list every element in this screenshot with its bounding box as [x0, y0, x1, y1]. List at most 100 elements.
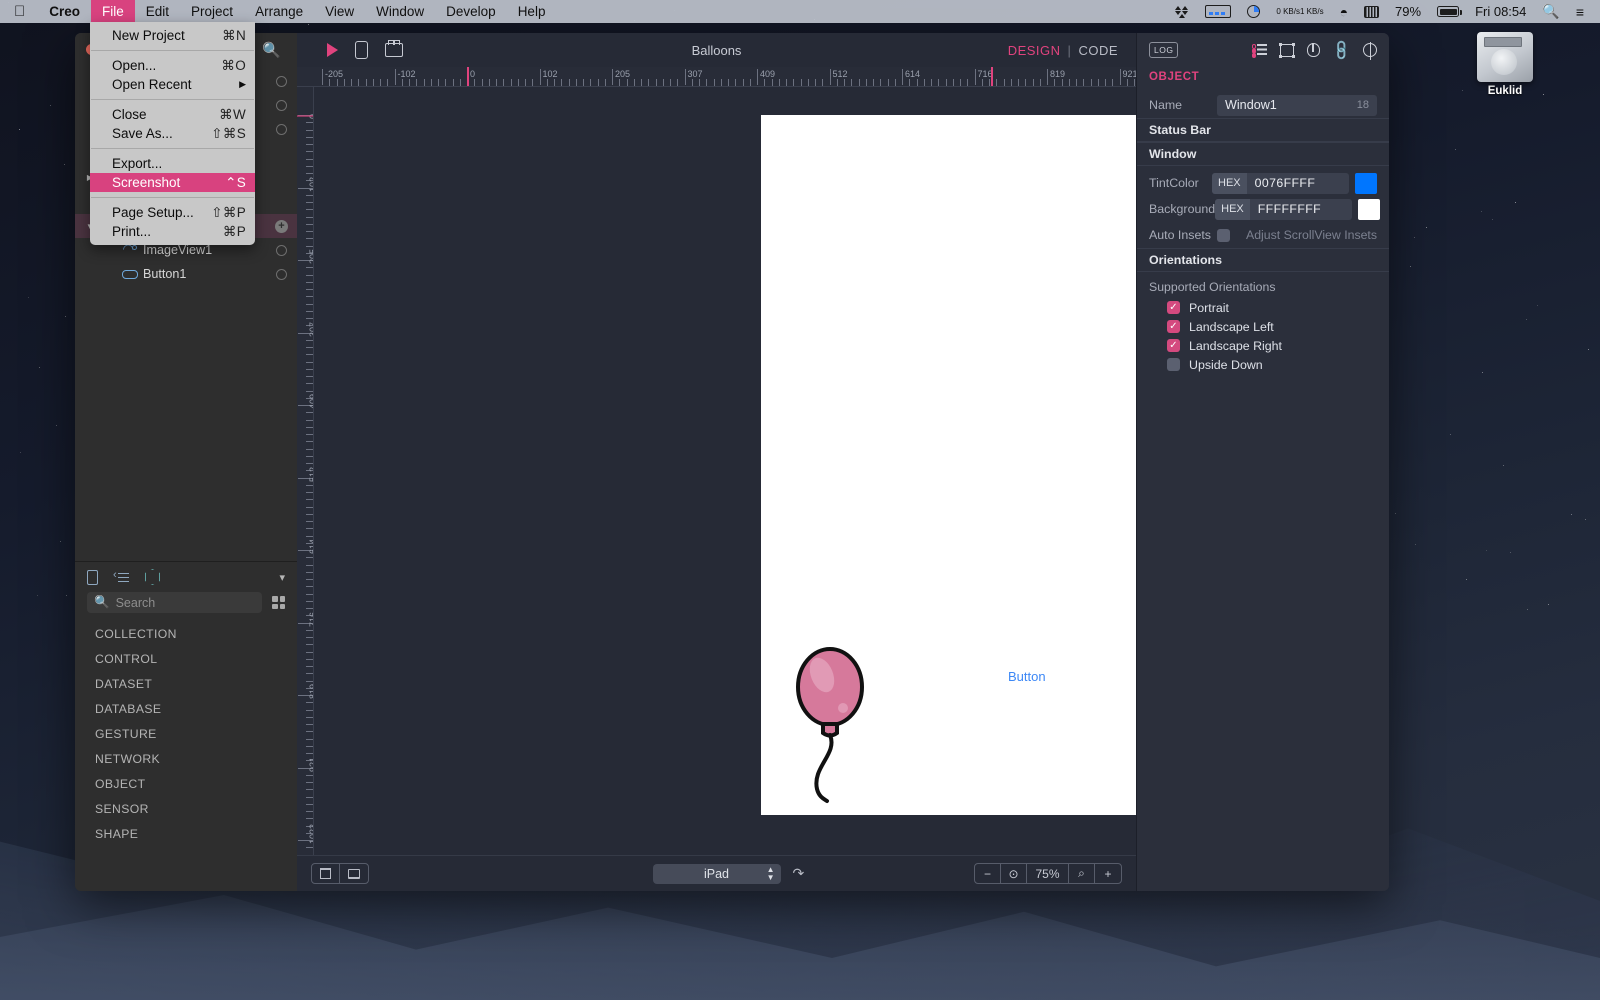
- section-orientations[interactable]: Orientations: [1137, 248, 1389, 272]
- landscape-left-checkbox[interactable]: [1167, 320, 1180, 333]
- menu-item-open[interactable]: Open... ⌘O: [90, 56, 255, 75]
- list-tab-icon[interactable]: [114, 572, 129, 583]
- background-swatch[interactable]: [1358, 199, 1380, 220]
- battery-percent[interactable]: 79%: [1387, 4, 1429, 19]
- battery-icon[interactable]: [1429, 6, 1467, 17]
- tintcolor-hex-field[interactable]: HEX 0076FFFF: [1212, 173, 1349, 194]
- menu-item-open-recent[interactable]: Open Recent ▶: [90, 75, 255, 94]
- visibility-toggle[interactable]: [276, 76, 287, 87]
- frame-icon[interactable]: [1280, 44, 1294, 57]
- search-icon[interactable]: 🔍: [262, 41, 281, 59]
- rotate-device-icon[interactable]: ↷: [793, 865, 805, 882]
- attributes-icon[interactable]: [1252, 44, 1267, 56]
- canvas-imageview1-balloon[interactable]: [794, 639, 869, 804]
- canvas-button1[interactable]: Button: [1008, 669, 1046, 684]
- library-item-object[interactable]: OBJECT: [95, 777, 297, 802]
- zoom-controls[interactable]: − ⊙ 75% ⌕ +: [974, 863, 1122, 884]
- connections-icon[interactable]: 🔗: [1329, 38, 1353, 62]
- orientation-upside-down[interactable]: Upside Down: [1137, 355, 1389, 374]
- auto-insets-checkbox[interactable]: [1217, 229, 1230, 242]
- menu-item-page-setup[interactable]: Page Setup... ⇧⌘P: [90, 203, 255, 222]
- orientation-landscape-left[interactable]: Landscape Left: [1137, 317, 1389, 336]
- desktop-drive-euklid[interactable]: Euklid: [1472, 32, 1538, 97]
- tintcolor-swatch[interactable]: [1355, 173, 1377, 194]
- zoom-actual-button[interactable]: ⌕: [1069, 864, 1095, 883]
- section-status-bar[interactable]: Status Bar: [1137, 118, 1389, 142]
- network-speed-indicator[interactable]: 0 KB/s 1 KB/s: [1268, 7, 1331, 16]
- zoom-level-value[interactable]: 75%: [1027, 864, 1069, 883]
- align-bottom-button[interactable]: [340, 864, 368, 883]
- portrait-checkbox[interactable]: [1167, 301, 1180, 314]
- menu-item-new-project[interactable]: New Project ⌘N: [90, 26, 255, 45]
- zoom-out-button[interactable]: −: [975, 864, 1001, 883]
- tab-code[interactable]: CODE: [1078, 43, 1118, 58]
- menu-project[interactable]: Project: [180, 0, 244, 23]
- notification-center-icon[interactable]: ≡: [1568, 4, 1592, 20]
- landscape-right-checkbox[interactable]: [1167, 339, 1180, 352]
- menubar-clock[interactable]: Fri 08:54: [1467, 4, 1534, 19]
- tree-item-button1[interactable]: Button1: [75, 262, 297, 286]
- effects-icon[interactable]: [1363, 43, 1377, 57]
- menu-view[interactable]: View: [314, 0, 365, 23]
- log-button[interactable]: LOG: [1149, 42, 1178, 58]
- menu-file[interactable]: File: [91, 0, 135, 23]
- menu-help[interactable]: Help: [507, 0, 557, 23]
- alignment-toggle-group[interactable]: [311, 863, 369, 884]
- design-canvas[interactable]: Button: [314, 87, 1136, 855]
- library-item-collection[interactable]: COLLECTION: [95, 627, 297, 652]
- spotlight-search-icon[interactable]: 🔍: [1534, 3, 1567, 20]
- section-window[interactable]: Window: [1137, 142, 1389, 166]
- orientation-landscape-right[interactable]: Landscape Right: [1137, 336, 1389, 355]
- library-item-gesture[interactable]: GESTURE: [95, 727, 297, 752]
- chevron-down-icon[interactable]: ▾: [279, 571, 285, 584]
- style-icon[interactable]: [1307, 43, 1320, 57]
- library-item-shape[interactable]: SHAPE: [95, 827, 297, 852]
- library-item-sensor[interactable]: SENSOR: [95, 802, 297, 827]
- library-item-control[interactable]: CONTROL: [95, 652, 297, 677]
- menu-item-screenshot[interactable]: Screenshot ⌃S: [90, 173, 255, 192]
- menu-item-close[interactable]: Close ⌘W: [90, 105, 255, 124]
- progress-pie-icon[interactable]: [1239, 5, 1268, 18]
- cube-tab-icon[interactable]: [145, 569, 160, 585]
- tab-design[interactable]: DESIGN: [1008, 43, 1061, 58]
- horizontal-ruler[interactable]: -205-1020102205307409512614716819921: [297, 67, 1136, 87]
- library-item-database[interactable]: DATABASE: [95, 702, 297, 727]
- menu-item-save-as[interactable]: Save As... ⇧⌘S: [90, 124, 255, 143]
- search-input[interactable]: 🔍 Search: [87, 592, 262, 613]
- zoom-fit-button[interactable]: ⊙: [1001, 864, 1027, 883]
- wifi-icon[interactable]: ◓: [1332, 4, 1356, 20]
- tintcolor-row: TintColor HEX 0076FFFF: [1137, 170, 1389, 196]
- visibility-toggle[interactable]: [276, 124, 287, 135]
- menu-develop[interactable]: Develop: [435, 0, 507, 23]
- plugin-icon[interactable]: [385, 43, 403, 57]
- device-select[interactable]: iPad ▲▼: [653, 864, 781, 884]
- upside-down-checkbox[interactable]: [1167, 358, 1180, 371]
- orientation-portrait[interactable]: Portrait: [1137, 298, 1389, 317]
- menu-item-print[interactable]: Print... ⌘P: [90, 222, 255, 241]
- menu-edit[interactable]: Edit: [135, 0, 180, 23]
- align-top-button[interactable]: [312, 864, 340, 883]
- device-icon[interactable]: [355, 41, 368, 59]
- name-field[interactable]: Window1 18: [1217, 95, 1377, 116]
- keyboard-icon[interactable]: [1356, 6, 1387, 18]
- menu-item-export[interactable]: Export...: [90, 154, 255, 173]
- apple-icon[interactable]: : [0, 4, 38, 19]
- library-item-dataset[interactable]: DATASET: [95, 677, 297, 702]
- run-icon[interactable]: [327, 43, 338, 57]
- page-tab-icon[interactable]: [87, 570, 98, 585]
- add-child-button[interactable]: +: [275, 220, 288, 233]
- grid-view-icon[interactable]: [272, 596, 285, 609]
- vertical-ruler[interactable]: 01022053074095126147168199211023: [297, 87, 314, 855]
- visibility-toggle[interactable]: [276, 245, 287, 256]
- dropbox-icon[interactable]: [1167, 5, 1197, 19]
- library-item-network[interactable]: NETWORK: [95, 752, 297, 777]
- visibility-toggle[interactable]: [276, 100, 287, 111]
- airplay-icon[interactable]: [1197, 5, 1239, 18]
- menu-window[interactable]: Window: [365, 0, 435, 23]
- menu-arrange[interactable]: Arrange: [244, 0, 314, 23]
- visibility-toggle[interactable]: [276, 269, 287, 280]
- background-hex-field[interactable]: HEX FFFFFFFF: [1215, 199, 1352, 220]
- device-preview[interactable]: Button: [761, 115, 1136, 815]
- menu-creo[interactable]: Creo: [38, 0, 91, 23]
- zoom-in-button[interactable]: +: [1095, 864, 1121, 883]
